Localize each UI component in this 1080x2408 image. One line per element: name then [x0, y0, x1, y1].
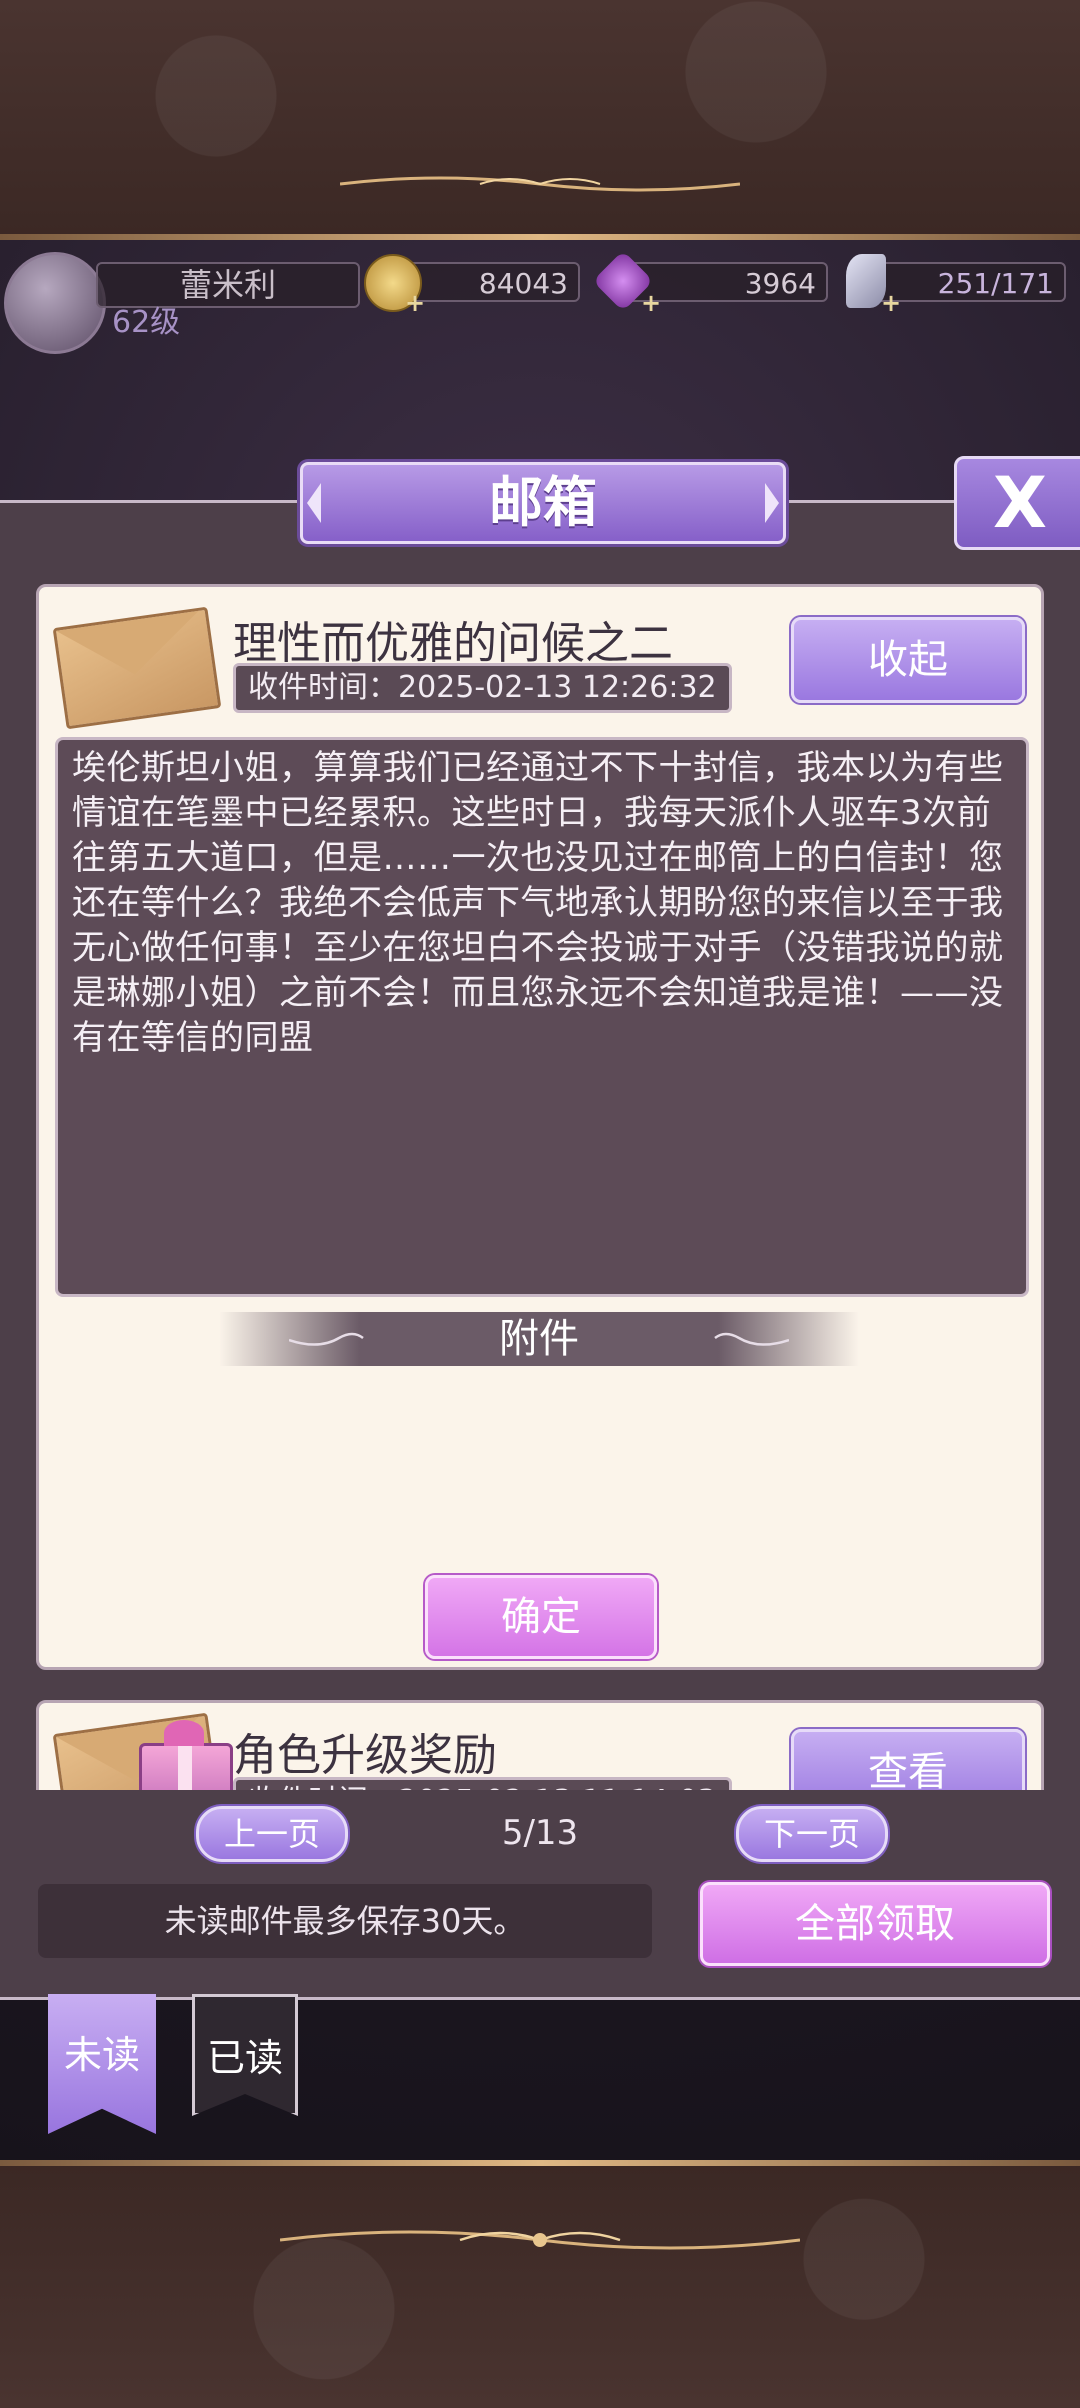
retention-notice: 未读邮件最多保存30天。 — [38, 1884, 652, 1958]
close-icon: X — [993, 462, 1047, 544]
view-button[interactable]: 查看 — [791, 1729, 1025, 1790]
close-button[interactable]: X — [954, 456, 1080, 550]
swirl-ornament-icon — [714, 1332, 789, 1346]
mail-received-time: 收件时间：2025-02-13 12:26:32 — [233, 663, 732, 713]
collapse-button[interactable]: 收起 — [791, 617, 1025, 703]
confirm-button[interactable]: 确定 — [425, 1575, 657, 1659]
player-level: 62级 — [112, 305, 181, 340]
mail-received-time: 收件时间：2025-02-13 11:14:03 — [233, 1777, 732, 1790]
next-page-button[interactable]: 下一页 — [736, 1806, 888, 1862]
attachment-label: 附件 — [499, 1316, 579, 1362]
dialog-title: 邮箱 — [489, 471, 597, 534]
envelope-icon — [52, 606, 222, 730]
player-avatar[interactable] — [4, 252, 106, 354]
mail-list[interactable]: 理性而优雅的问候之二 收件时间：2025-02-13 12:26:32 收起 埃… — [36, 584, 1044, 1790]
mail-item-expanded[interactable]: 理性而优雅的问候之二 收件时间：2025-02-13 12:26:32 收起 埃… — [36, 584, 1044, 1670]
bottom-flourish-ornament — [280, 2230, 800, 2250]
bottom-frame — [0, 2160, 1080, 2408]
add-gem-icon[interactable]: + — [640, 291, 662, 315]
mail-title: 理性而优雅的问候之二 — [233, 618, 673, 669]
swirl-ornament-icon — [289, 1332, 364, 1346]
dialog-title-plate: 邮箱 — [300, 462, 786, 544]
claim-all-button[interactable]: 全部领取 — [700, 1882, 1050, 1966]
mail-body-text: 埃伦斯坦小姐，算算我们已经通过不下十封信，我本以为有些情谊在笔墨中已经累积。这些… — [55, 737, 1029, 1297]
mail-item[interactable]: 角色升级奖励 收件时间：2025-02-13 11:14:03 查看 — [36, 1700, 1044, 1790]
add-gold-icon[interactable]: + — [404, 291, 426, 315]
top-frame — [0, 0, 1080, 240]
prev-page-button[interactable]: 上一页 — [196, 1806, 348, 1862]
page-indicator: 5/13 — [501, 1813, 579, 1853]
attachment-header: 附件 — [219, 1312, 859, 1366]
player-name: 蕾米利 — [96, 262, 360, 308]
gift-box-icon — [139, 1720, 233, 1790]
mail-title: 角色升级奖励 — [233, 1730, 497, 1781]
add-stamina-icon[interactable]: + — [880, 291, 902, 315]
top-flourish-ornament — [340, 176, 740, 192]
